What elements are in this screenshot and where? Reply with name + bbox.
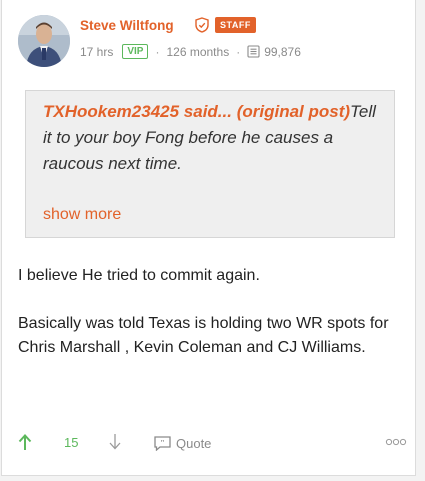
separator-dot: · bbox=[155, 44, 160, 59]
quoted-post: TXHookem23425 said... (original post)Tel… bbox=[25, 90, 395, 238]
svg-text:": " bbox=[160, 438, 164, 447]
separator-dot: · bbox=[236, 44, 241, 59]
post-count: 99,876 bbox=[264, 44, 301, 59]
arrow-down-icon[interactable] bbox=[108, 433, 122, 451]
author-name[interactable]: Steve Wiltfong bbox=[80, 18, 174, 33]
original-post-link[interactable]: (original post) bbox=[237, 102, 350, 121]
posts-icon bbox=[247, 45, 260, 58]
avatar-image bbox=[18, 15, 70, 67]
vip-badge: VIP bbox=[122, 44, 149, 59]
staff-badge: STAFF bbox=[215, 17, 256, 33]
more-icon[interactable] bbox=[385, 437, 407, 447]
arrow-up-icon[interactable] bbox=[18, 433, 32, 451]
quote-text-block: TXHookem23425 said... (original post)Tel… bbox=[43, 99, 383, 177]
post-paragraph: Basically was told Texas is holding two … bbox=[18, 315, 389, 356]
post-actions: 15 " Quote bbox=[18, 432, 410, 454]
forum-post-card: Steve Wiltfong STAFF 17 hrs VIP · 126 mo… bbox=[1, 0, 416, 476]
shield-icon bbox=[195, 17, 209, 33]
member-tenure: 126 months bbox=[166, 44, 230, 59]
quote-button[interactable]: " Quote bbox=[154, 433, 211, 453]
show-more-link[interactable]: show more bbox=[43, 206, 121, 224]
vote-count: 15 bbox=[64, 435, 79, 450]
quote-button-label: Quote bbox=[176, 435, 212, 451]
avatar[interactable] bbox=[18, 15, 70, 67]
quote-icon: " bbox=[154, 435, 171, 451]
author-meta: 17 hrs VIP · 126 months · 99,876 bbox=[80, 44, 301, 59]
post-time: 17 hrs bbox=[80, 44, 114, 59]
post-paragraph: I believe He tried to commit again. bbox=[18, 267, 260, 284]
quote-author[interactable]: TXHookem23425 said... bbox=[43, 102, 232, 121]
post-author-header: Steve Wiltfong STAFF 17 hrs VIP · 126 mo… bbox=[18, 15, 408, 67]
